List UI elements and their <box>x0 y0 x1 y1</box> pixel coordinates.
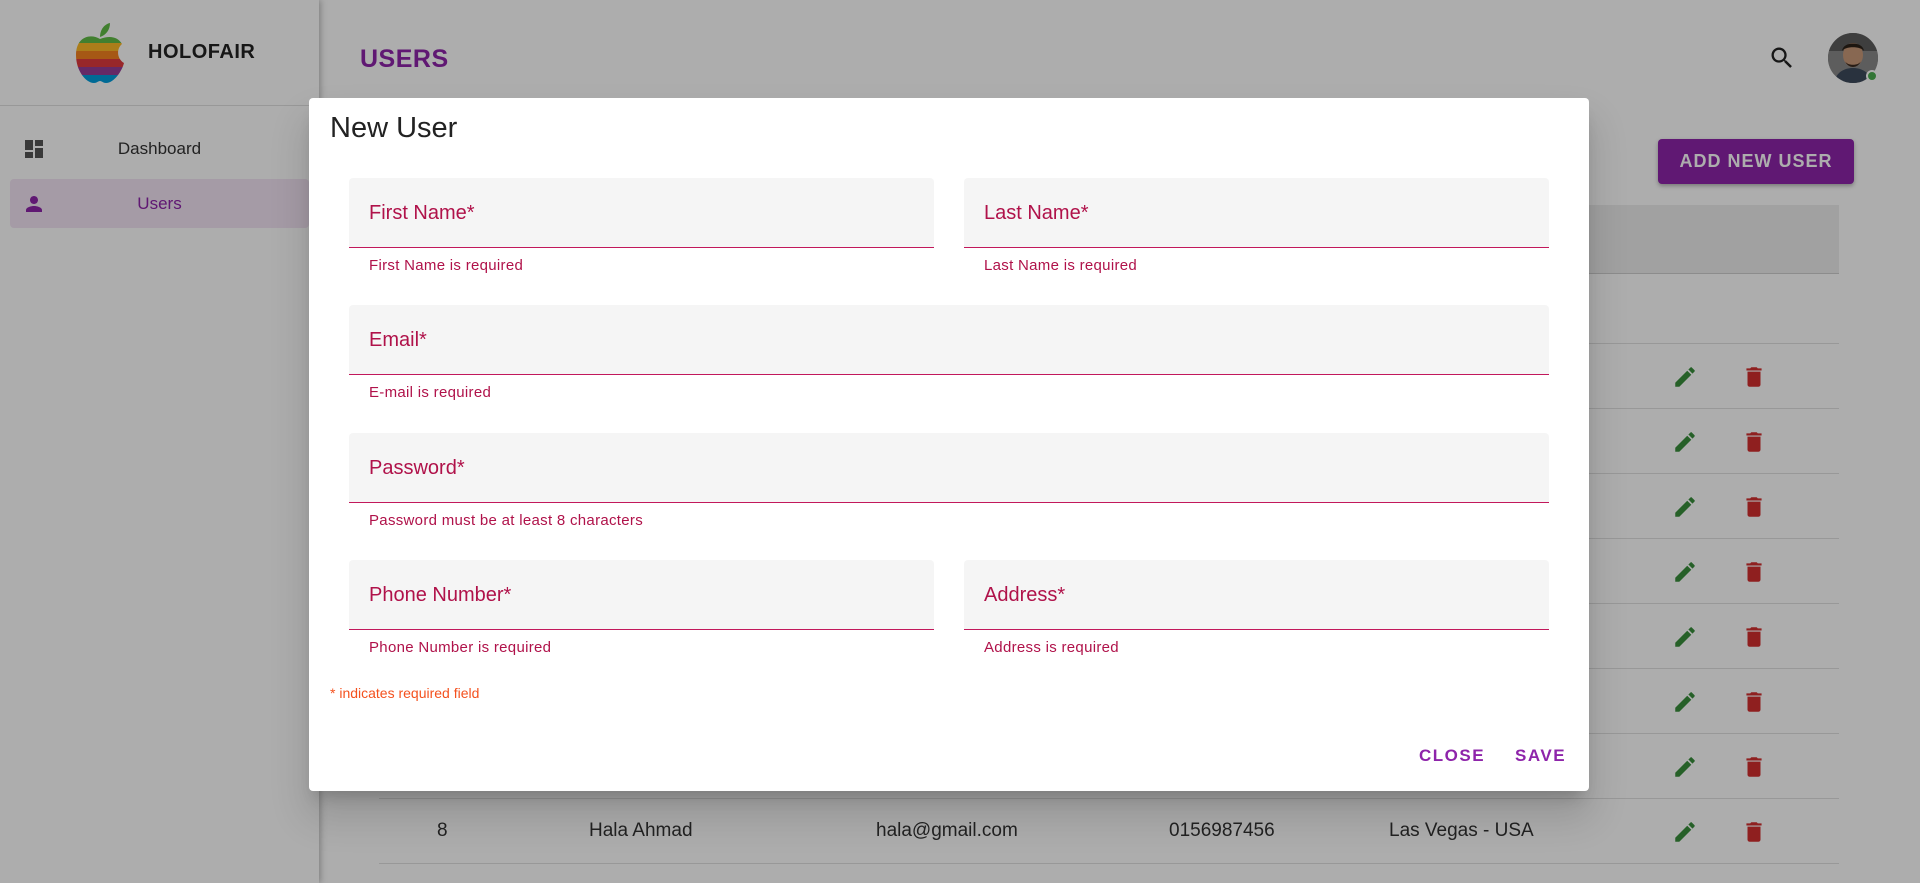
address-field[interactable]: Address* <box>964 560 1549 630</box>
address-error: Address is required <box>984 639 1119 656</box>
first-name-error: First Name is required <box>369 257 524 274</box>
password-field[interactable]: Password* <box>349 433 1549 503</box>
email-field[interactable]: Email* <box>349 305 1549 375</box>
first-name-input[interactable] <box>369 194 914 234</box>
phone-number-field[interactable]: Phone Number* <box>349 560 934 630</box>
password-input[interactable] <box>369 449 1529 489</box>
phone-number-error: Phone Number is required <box>369 639 552 656</box>
dialog-title: New User <box>330 112 458 144</box>
last-name-field[interactable]: Last Name* <box>964 178 1549 248</box>
last-name-input[interactable] <box>984 194 1529 234</box>
save-button[interactable]: SAVE <box>1515 746 1566 766</box>
new-user-dialog: New User First Name* First Name is requi… <box>309 98 1589 791</box>
first-name-field[interactable]: First Name* <box>349 178 934 248</box>
phone-number-input[interactable] <box>369 576 914 616</box>
last-name-error: Last Name is required <box>984 257 1138 274</box>
address-input[interactable] <box>984 576 1529 616</box>
password-error: Password must be at least 8 characters <box>369 512 644 529</box>
required-field-note: * indicates required field <box>330 685 480 701</box>
email-error: E-mail is required <box>369 384 492 401</box>
email-input[interactable] <box>369 321 1529 361</box>
close-button[interactable]: CLOSE <box>1419 746 1485 766</box>
